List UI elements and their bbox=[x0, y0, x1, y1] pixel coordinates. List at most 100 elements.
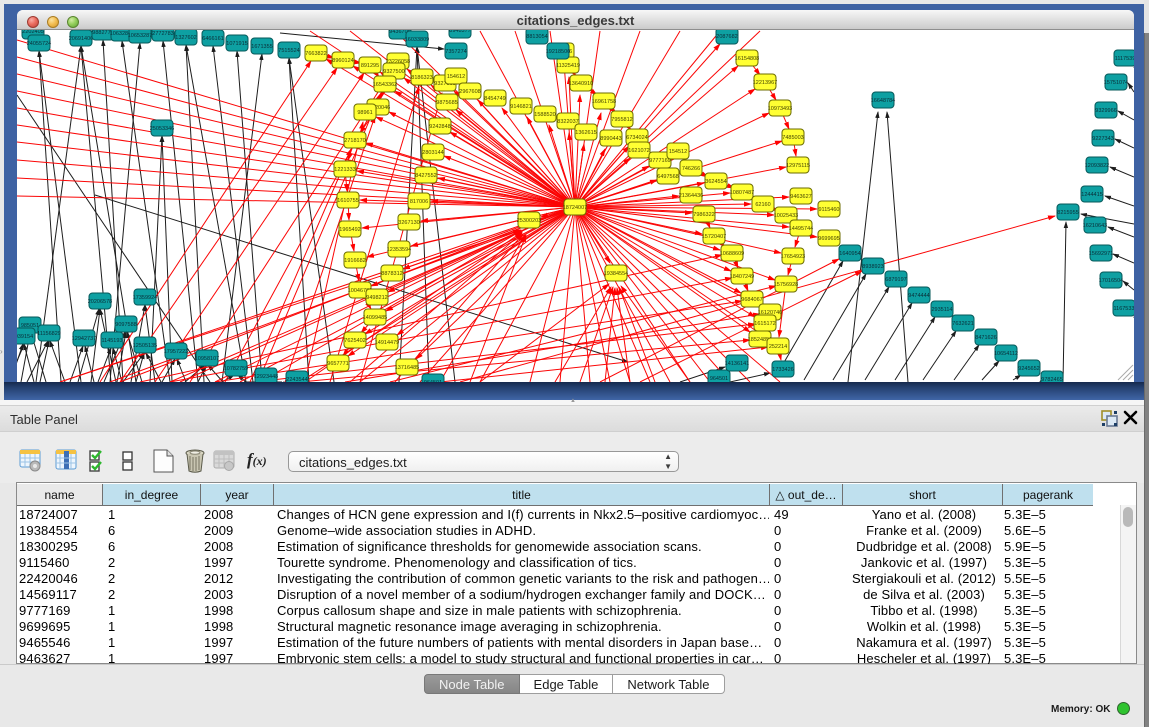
svg-text:8990443: 8990443 bbox=[600, 136, 621, 142]
svg-text:15756928: 15756928 bbox=[774, 282, 798, 288]
svg-text:16648784: 16648784 bbox=[871, 98, 895, 104]
svg-text:15720407: 15720407 bbox=[702, 234, 726, 240]
svg-text:1621072: 1621072 bbox=[628, 148, 649, 154]
svg-text:7986322: 7986322 bbox=[693, 212, 714, 218]
svg-text:1327602: 1327602 bbox=[175, 35, 196, 41]
svg-text:9699695: 9699695 bbox=[818, 236, 839, 242]
svg-text:7625402: 7625402 bbox=[344, 338, 365, 344]
svg-text:1610755: 1610755 bbox=[337, 198, 358, 204]
svg-text:964501: 964501 bbox=[710, 376, 728, 382]
svg-text:6734024: 6734024 bbox=[626, 135, 647, 141]
svg-text:252214: 252214 bbox=[769, 344, 787, 350]
svg-text:21364436: 21364436 bbox=[679, 193, 703, 199]
svg-text:154612: 154612 bbox=[447, 74, 465, 80]
svg-text:16154808: 16154808 bbox=[735, 56, 759, 62]
svg-text:1362615: 1362615 bbox=[575, 130, 596, 136]
svg-text:8813054: 8813054 bbox=[526, 34, 547, 40]
svg-text:13716485: 13716485 bbox=[395, 365, 419, 371]
svg-text:19384554: 19384554 bbox=[604, 271, 628, 277]
svg-text:6466161: 6466161 bbox=[202, 36, 223, 42]
svg-text:964501: 964501 bbox=[424, 380, 442, 382]
svg-text:746266: 746266 bbox=[682, 166, 700, 172]
svg-text:8454749: 8454749 bbox=[484, 96, 505, 102]
svg-text:7955812: 7955812 bbox=[611, 117, 632, 123]
svg-text:817006: 817006 bbox=[410, 199, 428, 205]
svg-text:2967608: 2967608 bbox=[459, 89, 480, 95]
svg-text:15751074: 15751074 bbox=[1104, 80, 1128, 86]
svg-text:8471626: 8471626 bbox=[975, 335, 996, 341]
svg-text:9474444: 9474444 bbox=[908, 293, 929, 299]
svg-text:9657771: 9657771 bbox=[327, 361, 348, 367]
svg-text:9227343: 9227343 bbox=[1092, 136, 1113, 142]
svg-text:12505135: 12505135 bbox=[133, 343, 157, 349]
svg-text:1733426: 1733426 bbox=[772, 367, 793, 373]
svg-text:14136141: 14136141 bbox=[725, 361, 749, 367]
svg-text:9242848: 9242848 bbox=[429, 124, 450, 130]
svg-text:17654923: 17654923 bbox=[781, 254, 805, 260]
svg-text:25300203: 25300203 bbox=[517, 218, 541, 224]
svg-text:10782759: 10782759 bbox=[224, 366, 248, 372]
svg-text:8938923: 8938923 bbox=[862, 264, 883, 270]
svg-text:9327500: 9327500 bbox=[383, 69, 404, 75]
svg-text:18407249: 18407249 bbox=[730, 274, 754, 280]
svg-text:14495744: 14495744 bbox=[789, 226, 813, 232]
svg-text:9329966: 9329966 bbox=[1095, 108, 1116, 114]
svg-text:8948377: 8948377 bbox=[449, 30, 470, 34]
svg-text:2772783: 2772783 bbox=[152, 31, 173, 37]
svg-text:12353594: 12353594 bbox=[387, 247, 411, 253]
svg-text:8215955: 8215955 bbox=[1057, 210, 1078, 216]
svg-text:15692971: 15692971 bbox=[1089, 251, 1113, 257]
svg-text:17359924: 17359924 bbox=[133, 295, 157, 301]
svg-text:1965492: 1965492 bbox=[339, 227, 360, 233]
svg-text:12923448: 12923448 bbox=[254, 374, 278, 380]
svg-text:17016504: 17016504 bbox=[1099, 278, 1123, 284]
svg-text:9245652: 9245652 bbox=[1018, 366, 1039, 372]
svg-text:16210643: 16210643 bbox=[1083, 223, 1107, 229]
svg-text:14914479: 14914479 bbox=[375, 340, 399, 346]
svg-text:9498212: 9498212 bbox=[366, 295, 387, 301]
svg-text:12975115: 12975115 bbox=[786, 163, 810, 169]
svg-text:14099485: 14099485 bbox=[363, 315, 387, 321]
svg-text:24055724: 24055724 bbox=[27, 41, 51, 47]
svg-text:12093822: 12093822 bbox=[1085, 163, 1109, 169]
svg-text:2202405: 2202405 bbox=[22, 30, 43, 35]
svg-text:939154: 939154 bbox=[17, 334, 33, 340]
svg-text:1244415: 1244415 bbox=[1081, 192, 1102, 198]
svg-text:9782465: 9782465 bbox=[1041, 377, 1062, 382]
svg-text:2087682: 2087682 bbox=[716, 34, 737, 40]
svg-text:8878312: 8878312 bbox=[381, 271, 402, 277]
svg-text:1117539: 1117539 bbox=[1115, 56, 1134, 62]
svg-text:2935114: 2935114 bbox=[931, 307, 952, 313]
svg-text:8322037: 8322037 bbox=[557, 119, 578, 125]
svg-text:20206578: 20206578 bbox=[88, 299, 112, 305]
svg-text:10973493: 10973493 bbox=[768, 106, 792, 112]
svg-text:7357274: 7357274 bbox=[445, 49, 466, 55]
svg-text:12213967: 12213967 bbox=[753, 80, 777, 86]
svg-text:16033809: 16033809 bbox=[405, 37, 429, 43]
svg-text:1615172: 1615172 bbox=[754, 321, 775, 327]
svg-text:12942737: 12942737 bbox=[72, 336, 96, 342]
svg-text:8960124: 8960124 bbox=[332, 58, 353, 64]
svg-text:8427552: 8427552 bbox=[415, 173, 436, 179]
svg-text:3267130: 3267130 bbox=[398, 220, 419, 226]
svg-text:1640954: 1640954 bbox=[839, 251, 860, 257]
svg-text:9146821: 9146821 bbox=[510, 104, 531, 110]
svg-text:10653287: 10653287 bbox=[128, 33, 152, 39]
svg-text:1916682: 1916682 bbox=[344, 258, 365, 264]
svg-text:16961758: 16961758 bbox=[592, 99, 616, 105]
svg-text:3624554: 3624554 bbox=[705, 179, 726, 185]
svg-text:11156829: 11156829 bbox=[37, 331, 61, 337]
svg-text:9684067: 9684067 bbox=[741, 297, 762, 303]
svg-text:7515524: 7515524 bbox=[278, 48, 299, 54]
svg-text:154512: 154512 bbox=[669, 149, 687, 155]
svg-text:18724007: 18724007 bbox=[563, 205, 587, 211]
svg-text:1145193: 1145193 bbox=[101, 338, 122, 344]
svg-text:20691406: 20691406 bbox=[69, 36, 93, 42]
svg-text:19218506: 19218506 bbox=[546, 49, 570, 55]
svg-text:1671355: 1671355 bbox=[251, 44, 272, 50]
svg-text:8186323: 8186323 bbox=[411, 75, 432, 81]
svg-text:13640910: 13640910 bbox=[569, 81, 593, 87]
svg-text:891295: 891295 bbox=[361, 63, 379, 69]
svg-text:1588520: 1588520 bbox=[534, 112, 555, 118]
svg-text:25053346: 25053346 bbox=[150, 126, 174, 132]
